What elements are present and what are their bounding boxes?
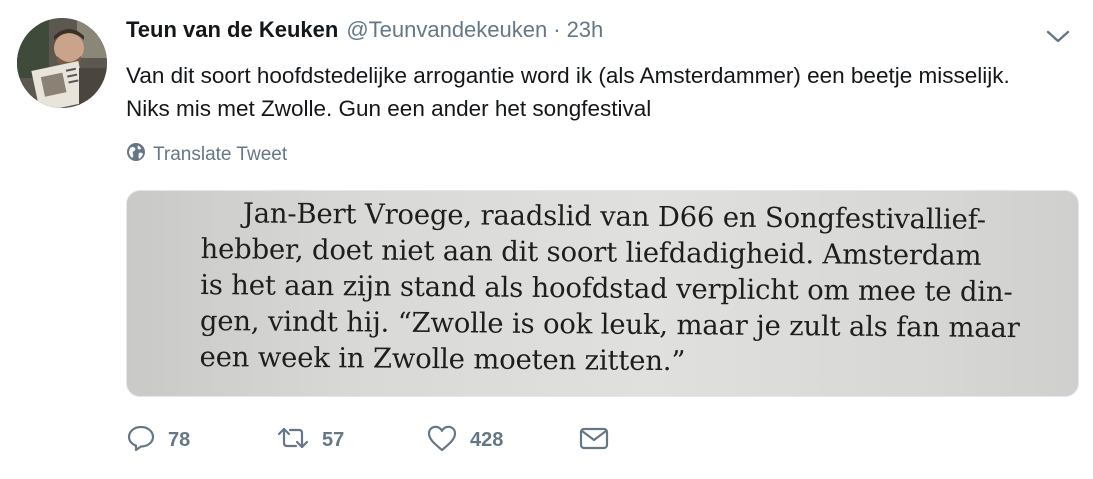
avatar-image [17,18,107,108]
retweet-icon [276,423,310,458]
chevron-down-icon[interactable] [1044,26,1072,46]
tweet-media-image[interactable]: Jan-Bert Vroege, raadslid van D66 en Son… [126,190,1079,397]
tweet-actions: 78 57 428 [126,420,610,460]
avatar[interactable] [17,18,107,108]
display-name[interactable]: Teun van de Keuken [126,17,338,43]
user-handle[interactable]: @Teunvandekeuken [346,17,547,43]
timestamp[interactable]: 23h [567,17,604,43]
reply-count: 78 [168,428,191,451]
clipping-line: een week in Zwolle moeten zitten.” [199,340,686,378]
tweet: Teun van de Keuken @Teunvandekeuken · 23… [0,0,1093,479]
tweet-header: Teun van de Keuken @Teunvandekeuken · 23… [126,17,603,49]
reply-icon [126,423,156,458]
direct-message-button[interactable] [578,423,610,458]
like-button[interactable]: 428 [426,423,578,458]
translate-tweet-link[interactable]: Translate Tweet [126,141,287,169]
retweet-button[interactable]: 57 [276,423,426,458]
newspaper-clipping: Jan-Bert Vroege, raadslid van D66 en Son… [199,195,1061,382]
heart-icon [426,423,458,458]
like-count: 428 [470,428,504,451]
globe-icon [126,142,146,168]
mail-icon [578,423,610,458]
separator-dot: · [553,17,561,42]
translate-label: Translate Tweet [153,144,288,165]
tweet-text: Van dit soort hoofdstedelijke arrogantie… [126,63,1010,121]
retweet-count: 57 [322,428,345,451]
reply-button[interactable]: 78 [126,423,276,458]
